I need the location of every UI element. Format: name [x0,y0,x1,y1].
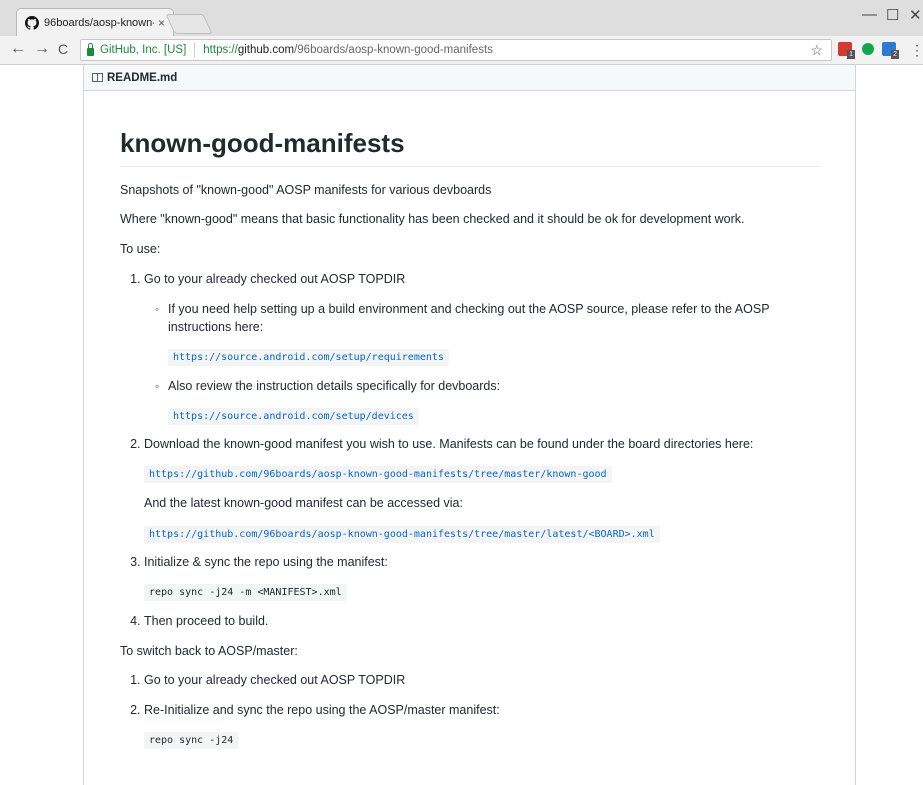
extension-icon-blue[interactable]: 2 [882,42,899,59]
code-snippet: repo sync -j24 [144,731,239,749]
switch-steps: Go to your already checked out AOSP TOPD… [120,671,820,749]
book-icon [92,73,103,82]
tab-close-icon[interactable]: × [158,16,165,30]
lock-icon [87,43,94,56]
list-item: Initialize & sync the repo using the man… [144,553,820,601]
to-use-heading: To use: [120,242,161,256]
reload-icon[interactable]: C [58,41,68,57]
list-item: Also review the instruction details spec… [155,377,820,425]
back-arrow-icon[interactable]: ← [10,40,26,58]
step-text: Re-Initialize and sync the repo using th… [144,703,500,717]
extension-badge: 2 [891,50,899,59]
minimize-icon[interactable]: — [862,6,877,23]
readme-box: README.md known-good-manifests Snapshots… [83,65,856,785]
code-snippet: repo sync -j24 -m <MANIFEST>.xml [144,584,347,601]
url-scheme: https:// [203,44,238,56]
sub-list: If you need help setting up a build envi… [144,300,820,425]
list-item: Re-Initialize and sync the repo using th… [144,701,820,749]
list-item: Go to your already checked out AOSP TOPD… [144,270,820,425]
browser-tab[interactable]: 96boards/aosp-known-g × [16,8,174,36]
browser-toolbar: ← → C GitHub, Inc. [US] https:// github.… [0,36,923,65]
forward-arrow-icon[interactable]: → [34,40,50,58]
address-bar[interactable]: GitHub, Inc. [US] https:// github.com /9… [80,39,832,61]
step-text: Go to your already checked out AOSP TOPD… [144,673,406,688]
extension-badge: 1 [847,50,855,59]
step-text: Initialize & sync the repo using the man… [144,555,388,570]
extension-icon-green[interactable] [862,43,874,55]
list-item: Go to your already checked out AOSP TOPD… [144,671,820,690]
definition-text: Where "known-good" means that basic func… [120,212,745,227]
maximize-icon[interactable]: ☐ [886,6,899,24]
step-text: Download the known-good manifest you wis… [144,437,754,452]
intro-text: Snapshots of "known-good" AOSP manifests… [120,182,492,197]
code-link[interactable]: https://source.android.com/setup/devices [168,407,419,425]
menu-dots-icon[interactable]: ⋮ [910,42,923,59]
usage-steps: Go to your already checked out AOSP TOPD… [120,270,820,631]
step-text: Go to your already checked out AOSP TOPD… [144,271,406,286]
new-tab-button[interactable] [165,14,213,34]
divider [194,43,196,57]
bookmark-star-icon[interactable]: ☆ [810,42,823,59]
url-path: /96boards/aosp-known-good-manifests [294,44,493,56]
tab-strip: 96boards/aosp-known-g × — ☐ ✕ [0,0,923,36]
close-window-icon[interactable]: ✕ [909,6,922,24]
sub-step-text: If you need help setting up a build envi… [168,301,770,335]
code-link[interactable]: https://github.com/96boards/aosp-known-g… [144,466,612,483]
readme-filename: README.md [107,71,178,84]
readme-header: README.md [84,65,855,91]
extension-icon-red[interactable]: 1 [838,42,855,59]
list-item: Download the known-good manifest you wis… [144,435,820,543]
markdown-body: known-good-manifests Snapshots of "known… [120,105,820,760]
list-item: If you need help setting up a build envi… [155,300,820,366]
github-icon [25,15,39,30]
tab-title: 96boards/aosp-known-g [44,16,154,29]
code-link[interactable]: https://github.com/96boards/aosp-known-g… [144,525,660,543]
page-title: known-good-manifests [120,127,820,167]
switch-back-heading: To switch back to AOSP/master: [120,643,298,658]
sub-step-text: Also review the instruction details spec… [168,378,501,393]
step-text: Then proceed to build. [144,613,269,628]
list-item: Then proceed to build. [144,612,820,631]
url-host: github.com [237,44,295,56]
security-label: GitHub, Inc. [US] [100,44,187,56]
step-note: And the latest known-good manifest can b… [144,495,463,510]
page-content: README.md known-good-manifests Snapshots… [0,65,923,785]
code-link[interactable]: https://source.android.com/setup/require… [168,349,449,366]
